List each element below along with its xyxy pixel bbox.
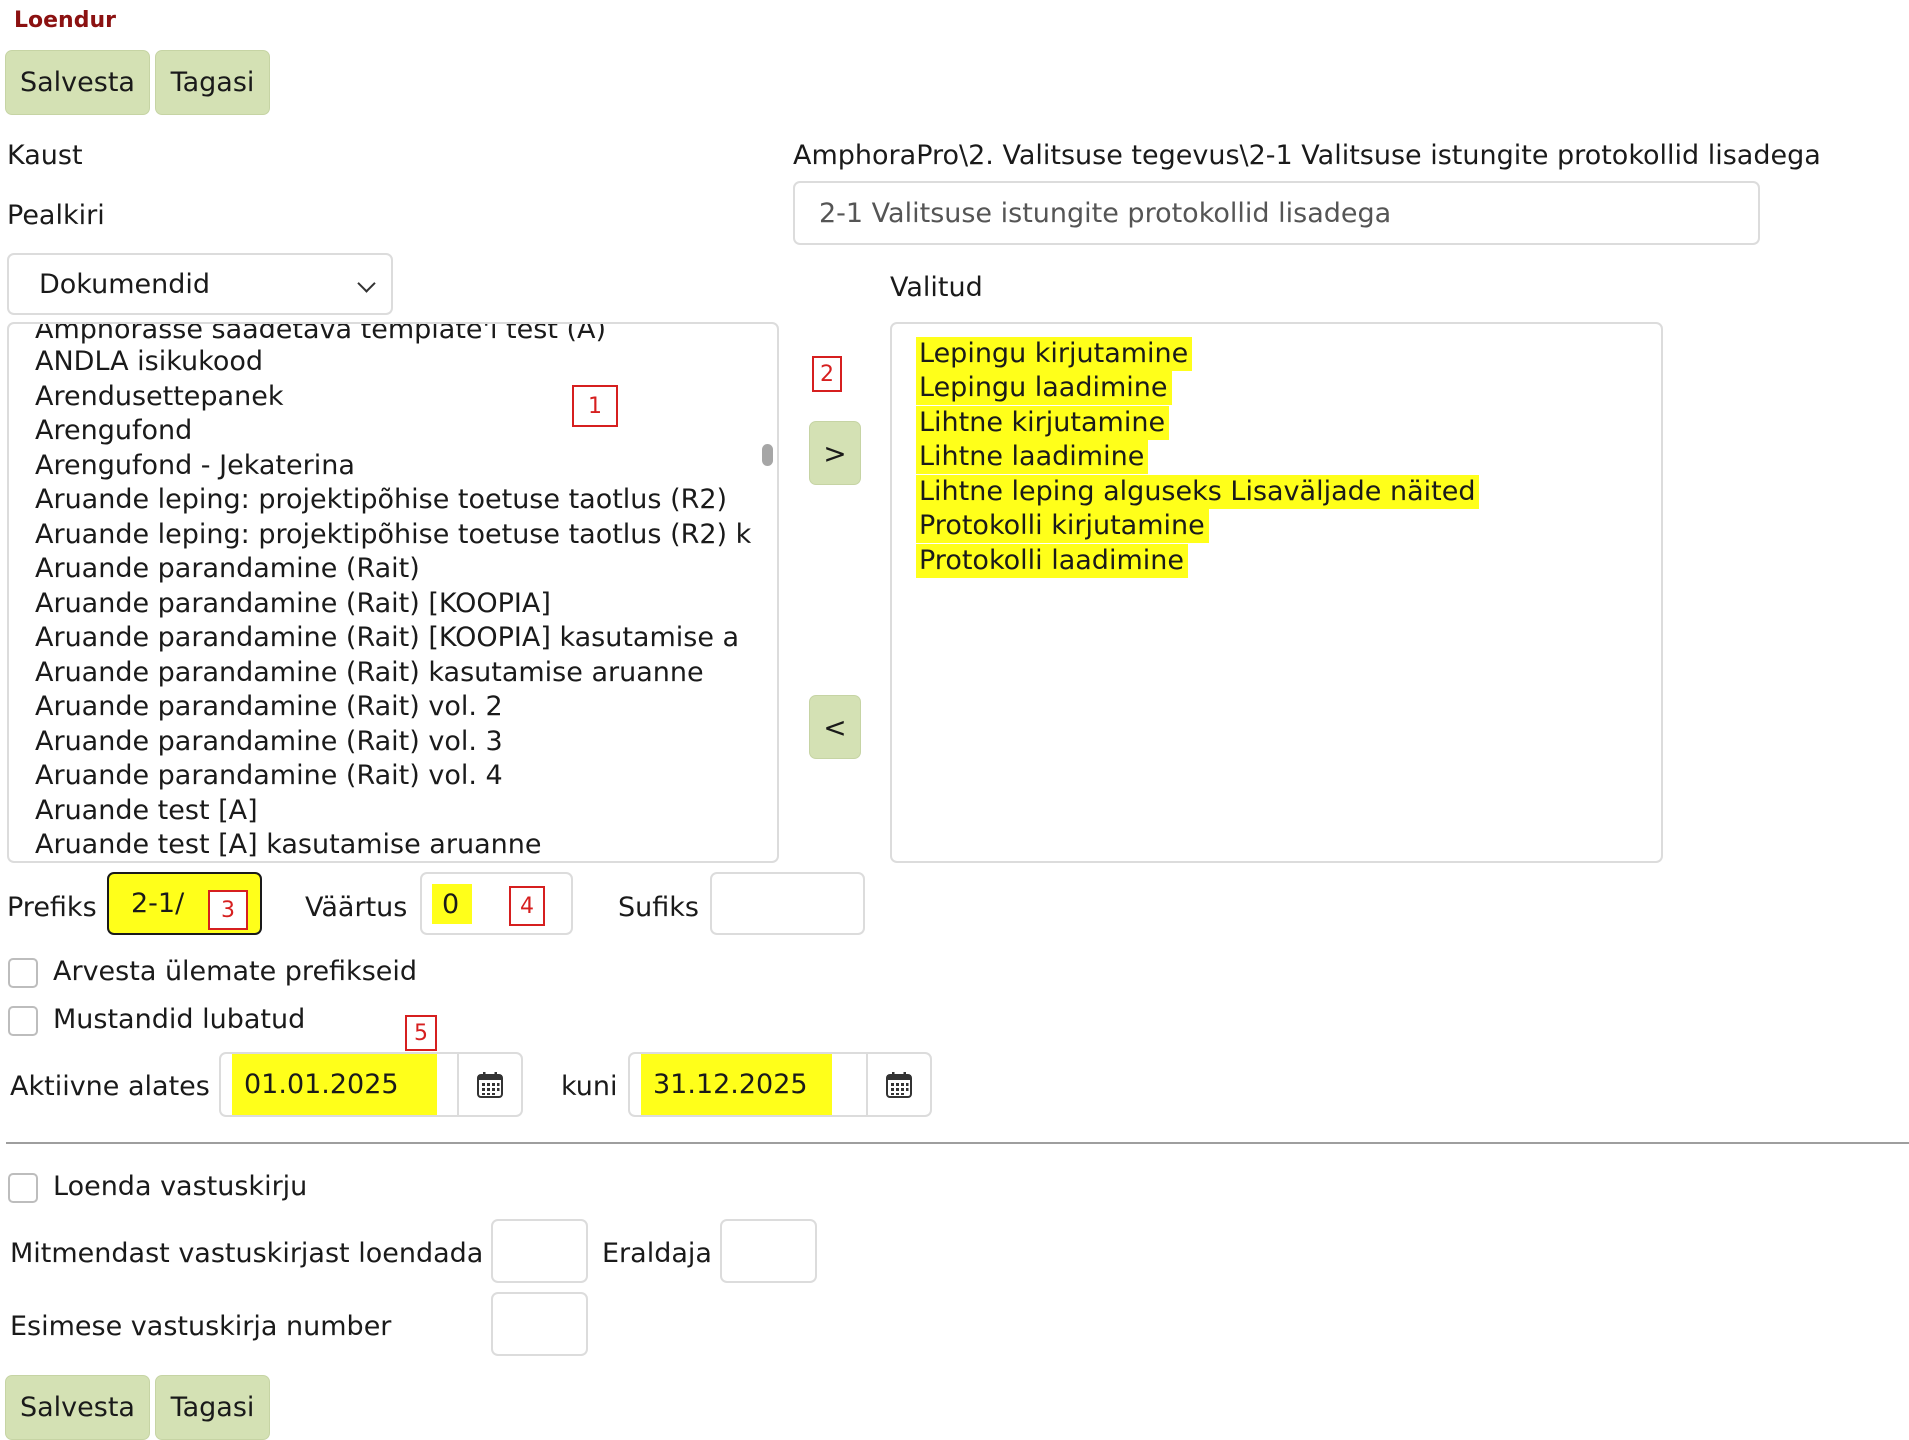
save-button-bottom[interactable]: Salvesta [5,1375,150,1440]
available-list[interactable]: Amphorasse saadetava template'i test (A)… [7,322,779,863]
save-button[interactable]: Salvesta [5,50,150,115]
annotation-marker-4: 4 [509,886,545,926]
list-item[interactable]: Aruande parandamine (Rait) vol. 3 [35,725,503,759]
calendar-icon [886,1071,912,1098]
value-value: 0 [432,884,472,924]
document-type-select[interactable]: Dokumendid [7,253,393,315]
folder-path: AmphoraPro\2. Valitsuse tegevus\2-1 Vali… [793,140,1821,171]
list-item[interactable]: Protokolli laadimine [916,544,1188,578]
active-from-calendar-button[interactable] [457,1052,523,1117]
list-item[interactable]: Lepingu laadimine [916,371,1172,405]
annotation-marker-3: 3 [208,890,248,930]
list-item[interactable]: Arengufond [35,414,192,448]
list-item[interactable]: Lihtne kirjutamine [916,406,1170,440]
prefix-value: 2-1/ [131,888,185,919]
back-button-bottom[interactable]: Tagasi [155,1375,270,1440]
active-to-calendar-button[interactable] [866,1052,932,1117]
parent-prefixes-checkbox[interactable] [8,958,38,988]
annotation-marker-2: 2 [812,356,842,392]
back-button[interactable]: Tagasi [155,50,270,115]
folder-label: Kaust [7,140,83,171]
list-item[interactable]: Aruande test [A] kasutamise aruanne [35,828,541,861]
selected-list-label: Valitud [890,272,983,303]
heading-label: Pealkiri [7,200,105,231]
count-replies-label: Loenda vastuskirju [53,1171,308,1202]
active-from-value: 01.01.2025 [232,1054,437,1115]
list-item[interactable]: Aruande parandamine (Rait) vol. 2 [35,690,503,724]
list-item[interactable]: ANDLA isikukood [35,345,263,379]
list-item[interactable]: Lihtne laadimine [916,440,1149,474]
active-from-label: Aktiivne alates [10,1071,210,1102]
list-item[interactable]: Aruande parandamine (Rait) kasutamise ar… [35,656,704,690]
page-title: Loendur [14,8,116,33]
list-item[interactable]: Aruande parandamine (Rait) [KOOPIA] kasu… [35,621,765,655]
annotation-marker-5: 5 [405,1015,437,1051]
from-which-reply-label: Mitmendast vastuskirjast loendada [10,1238,484,1269]
list-scrollbar-thumb[interactable] [762,444,773,466]
heading-input[interactable]: 2-1 Valitsuse istungite protokollid lisa… [793,181,1760,245]
list-item[interactable]: Aruande test [A] [35,794,258,828]
separator-input[interactable] [720,1219,817,1283]
prefix-label: Prefiks [7,892,97,923]
active-to-value: 31.12.2025 [641,1054,832,1115]
remove-from-selected-button[interactable]: < [809,695,861,759]
value-label: Väärtus [305,892,408,923]
calendar-icon [477,1071,503,1098]
list-item[interactable]: Aruande parandamine (Rait) [KOOPIA] [35,587,551,621]
list-item[interactable]: Arengufond - Jekaterina [35,449,355,483]
document-type-selected: Dokumendid [39,268,211,300]
separator-label: Eraldaja [602,1238,712,1269]
drafts-allowed-checkbox[interactable] [8,1006,38,1036]
parent-prefixes-label: Arvesta ülemate prefikseid [53,956,418,987]
section-divider [6,1142,1909,1144]
from-which-reply-input[interactable] [491,1219,588,1283]
add-to-selected-button[interactable]: > [809,421,861,485]
list-item[interactable]: Arendusettepanek [35,380,283,414]
list-item[interactable]: Protokolli kirjutamine [916,509,1209,543]
list-item[interactable]: Aruande leping: projektipõhise toetuse t… [35,518,765,552]
list-item[interactable]: Lepingu kirjutamine [916,337,1193,371]
annotation-marker-1: 1 [572,385,618,427]
selected-list[interactable]: Lepingu kirjutamine Lepingu laadimine Li… [890,322,1663,863]
list-item[interactable]: Aruande leping: projektipõhise toetuse t… [35,483,727,517]
list-item[interactable]: Amphorasse saadetava template'i test (A) [35,324,606,347]
drafts-allowed-label: Mustandid lubatud [53,1004,306,1035]
list-item[interactable]: Aruande parandamine (Rait) [35,552,420,586]
list-item[interactable]: Aruande parandamine (Rait) vol. 4 [35,759,503,793]
first-reply-number-input[interactable] [491,1292,588,1356]
first-reply-number-label: Esimese vastuskirja number [10,1311,392,1342]
suffix-input[interactable] [710,872,865,935]
active-to-label: kuni [561,1071,618,1102]
chevron-down-icon [357,274,376,293]
heading-value: 2-1 Valitsuse istungite protokollid lisa… [819,197,1392,229]
count-replies-checkbox[interactable] [8,1173,38,1203]
list-item[interactable]: Lihtne leping alguseks Lisaväljade näite… [916,475,1480,509]
suffix-label: Sufiks [618,892,699,923]
